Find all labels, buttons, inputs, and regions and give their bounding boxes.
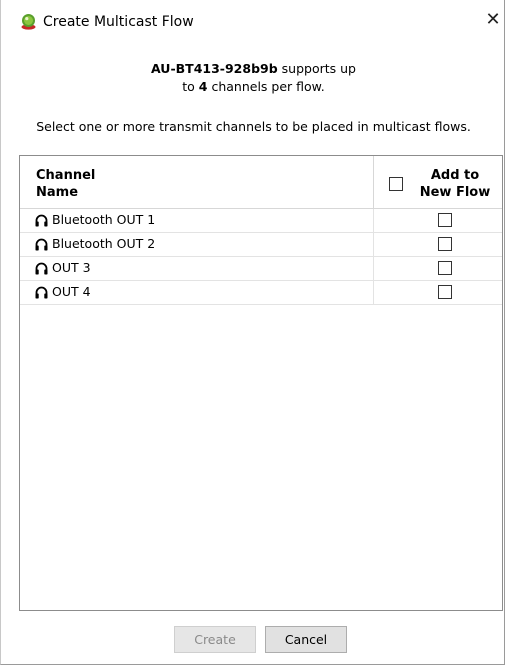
title-bar: Create Multicast Flow ✕ xyxy=(1,0,506,44)
select-all-checkbox[interactable] xyxy=(389,177,403,191)
channel-name: Bluetooth OUT 1 xyxy=(52,212,156,227)
add-header-line-1: Add to xyxy=(430,168,480,183)
add-header-line-2: New Flow xyxy=(419,185,491,200)
cancel-button[interactable]: Cancel xyxy=(265,626,347,653)
device-info: AU-BT413-928b9b supports up to 4 channel… xyxy=(1,60,506,96)
headphones-icon xyxy=(35,214,48,227)
supports-text: supports up xyxy=(277,61,356,76)
column-divider xyxy=(373,281,374,304)
app-logo-icon xyxy=(21,14,36,30)
info-line-2: to 4 channels per flow. xyxy=(1,78,506,96)
add-to-flow-checkbox[interactable] xyxy=(438,285,452,299)
table-row[interactable]: OUT 4 xyxy=(20,281,502,305)
table-row[interactable]: OUT 3 xyxy=(20,257,502,281)
add-to-flow-checkbox[interactable] xyxy=(438,261,452,275)
channel-name: OUT 3 xyxy=(52,260,91,275)
channel-table: Channel Name Add to New Flow Bluetooth O… xyxy=(19,155,503,611)
table-header: Channel Name Add to New Flow xyxy=(20,156,502,209)
column-divider xyxy=(373,257,374,280)
channel-name: Bluetooth OUT 2 xyxy=(52,236,156,251)
close-icon: ✕ xyxy=(485,9,501,30)
channel-name: OUT 4 xyxy=(52,284,91,299)
column-header-channel-name: Channel Name xyxy=(36,167,95,201)
channel-header-line-2: Name xyxy=(36,185,79,200)
headphones-icon xyxy=(35,238,48,251)
instruction-text: Select one or more transmit channels to … xyxy=(36,119,471,134)
device-name: AU-BT413-928b9b xyxy=(151,61,278,76)
line2-prefix: to xyxy=(182,79,199,94)
column-divider xyxy=(373,209,374,232)
add-to-flow-checkbox[interactable] xyxy=(438,213,452,227)
create-button[interactable]: Create xyxy=(174,626,256,653)
column-divider xyxy=(373,156,374,208)
channel-header-line-1: Channel xyxy=(36,168,96,183)
headphones-icon xyxy=(35,286,48,299)
table-row[interactable]: Bluetooth OUT 2 xyxy=(20,233,502,257)
dialog-window: Create Multicast Flow ✕ AU-BT413-928b9b … xyxy=(0,0,505,665)
info-line-1: AU-BT413-928b9b supports up xyxy=(1,60,506,78)
table-row[interactable]: Bluetooth OUT 1 xyxy=(20,209,502,233)
channel-count: 4 xyxy=(198,79,208,94)
window-title: Create Multicast Flow xyxy=(43,14,194,30)
column-divider xyxy=(373,233,374,256)
line2-suffix: channels per flow. xyxy=(207,79,325,94)
column-header-add-to-new-flow: Add to New Flow xyxy=(415,167,495,201)
button-bar: Create Cancel xyxy=(1,626,506,654)
add-to-flow-checkbox[interactable] xyxy=(438,237,452,251)
headphones-icon xyxy=(35,262,48,275)
close-button[interactable]: ✕ xyxy=(484,11,502,29)
